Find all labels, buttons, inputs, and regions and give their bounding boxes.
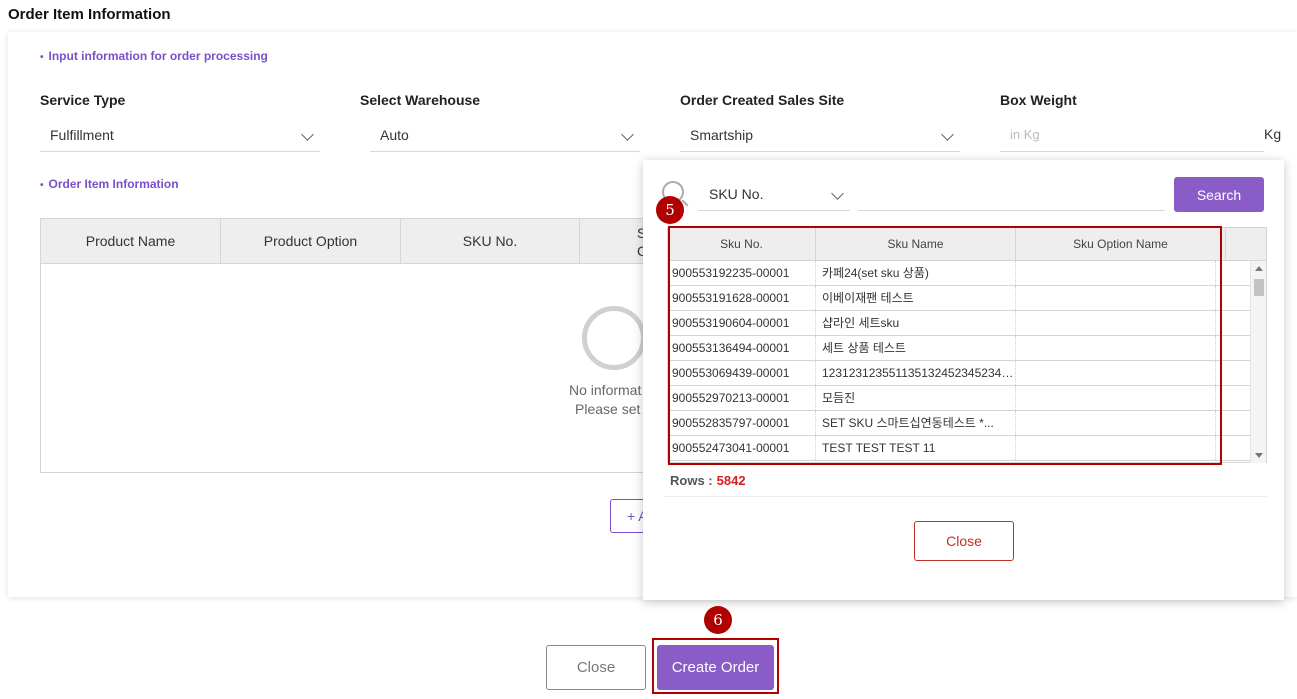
service-type-value: Fulfillment xyxy=(50,127,114,143)
rows-count: 5842 xyxy=(716,473,746,488)
search-field-select[interactable]: SKU No. xyxy=(698,177,850,211)
create-order-button[interactable]: Create Order xyxy=(657,645,774,690)
sku-grid-highlight xyxy=(668,226,1222,465)
search-input[interactable] xyxy=(858,177,1165,210)
popup-close-button[interactable]: Close xyxy=(914,521,1014,561)
search-field-value: SKU No. xyxy=(709,186,764,202)
sku-search-popup: SKU No. Search Sku No. Sku Name Sku Opti… xyxy=(643,160,1284,600)
column-product-option: Product Option xyxy=(221,219,401,264)
rows-label: Rows : xyxy=(670,473,713,488)
divider xyxy=(664,496,1267,497)
rows-count-line: Rows :5842 xyxy=(670,473,746,488)
search-button[interactable]: Search xyxy=(1174,177,1264,212)
box-weight-unit: Kg xyxy=(1264,126,1282,142)
sales-site-label: Order Created Sales Site xyxy=(680,92,845,108)
scroll-down-icon[interactable] xyxy=(1255,453,1263,458)
input-info-note: Input information for order processing xyxy=(40,49,268,63)
step-5-marker: 5 xyxy=(656,196,684,224)
chevron-down-icon xyxy=(621,128,634,141)
page-title: Order Item Information xyxy=(8,6,171,23)
column-product-name: Product Name xyxy=(41,219,221,264)
empty-state-text-1: No informat xyxy=(569,382,642,398)
scroll-thumb[interactable] xyxy=(1254,279,1264,296)
warehouse-label: Select Warehouse xyxy=(360,92,481,108)
close-button[interactable]: Close xyxy=(546,645,646,690)
warehouse-value: Auto xyxy=(380,127,409,143)
service-type-label: Service Type xyxy=(40,92,126,108)
step-6-marker: 6 xyxy=(704,606,732,634)
service-type-select[interactable]: Fulfillment xyxy=(40,118,320,152)
chevron-down-icon xyxy=(831,187,844,200)
chevron-down-icon xyxy=(941,128,954,141)
warehouse-select[interactable]: Auto xyxy=(370,118,640,152)
box-weight-label: Box Weight xyxy=(1000,92,1077,108)
empty-state-text-2: Please set a xyxy=(575,401,653,417)
scroll-up-icon[interactable] xyxy=(1255,266,1263,271)
box-weight-field[interactable] xyxy=(1000,118,1264,152)
grid-header: Product Name Product Option SKU No. S C xyxy=(41,219,679,264)
sales-site-select[interactable]: Smartship xyxy=(680,118,960,152)
empty-state-icon xyxy=(582,306,646,370)
order-item-info-note: Order Item Information xyxy=(40,177,179,191)
box-weight-input[interactable] xyxy=(1000,118,1264,150)
search-input-wrap xyxy=(858,177,1165,211)
sales-site-value: Smartship xyxy=(690,127,754,143)
sku-grid-scrollbar[interactable] xyxy=(1250,261,1266,463)
chevron-down-icon xyxy=(301,128,314,141)
column-sku-no: SKU No. xyxy=(401,219,580,264)
